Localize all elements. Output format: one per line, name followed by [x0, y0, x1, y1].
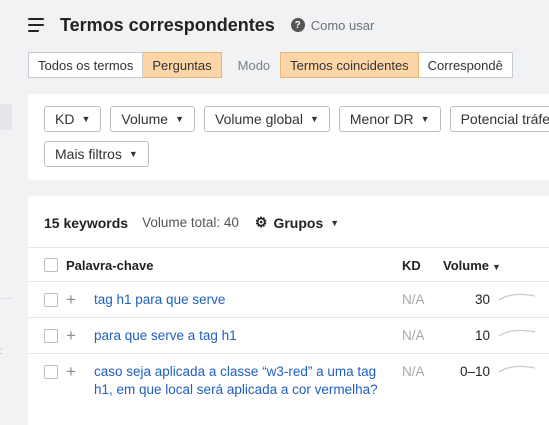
- row-checkbox[interactable]: [44, 365, 58, 379]
- filter-kd-label: KD: [55, 111, 75, 127]
- caret-down-icon: ▼: [330, 217, 340, 228]
- results-summary: 15 keywords Volume total: 40 ⚙ Grupos ▼: [44, 214, 339, 231]
- page-title: Termos correspondentes: [60, 14, 275, 35]
- term-type-toggle: Todos os termos Perguntas: [28, 52, 222, 78]
- more-filters-button[interactable]: Mais filtros ▼: [44, 141, 149, 167]
- mode-correspondence[interactable]: Correspondê: [418, 52, 513, 78]
- filter-panel: KD ▼ Volume ▼ Volume global ▼ Menor DR ▼ Pot…: [28, 94, 549, 180]
- row-checkbox[interactable]: [44, 293, 58, 307]
- more-filters-label: Mais filtros: [55, 146, 122, 162]
- select-all-checkbox[interactable]: [44, 258, 58, 272]
- help-link[interactable]: ? Como usar: [290, 17, 375, 33]
- filter-global-volume-label: Volume global: [215, 111, 303, 127]
- filter-volume[interactable]: Volume ▼: [110, 106, 195, 132]
- sidebar-mark: :: [0, 346, 3, 357]
- filter-row: KD ▼ Volume ▼ Volume global ▼ Menor DR ▼ Pot…: [44, 106, 549, 132]
- filter-lowest-dr[interactable]: Menor DR ▼: [338, 106, 441, 132]
- add-icon[interactable]: +: [66, 363, 76, 380]
- sidebar-selected-item[interactable]: [0, 104, 12, 130]
- mode-matching-terms[interactable]: Termos coincidentes: [280, 52, 419, 78]
- column-keyword[interactable]: Palavra-chave: [66, 258, 153, 273]
- table-row: + tag h1 para que serve N/A 30: [28, 282, 549, 318]
- tab-all-terms[interactable]: Todos os termos: [28, 52, 144, 78]
- table-row: + caso seja aplicada a classe “w3-red” a…: [28, 354, 549, 424]
- keyword-count: 15 keywords: [44, 214, 129, 231]
- add-icon[interactable]: +: [66, 291, 76, 308]
- mode-bar: Todos os termos Perguntas Modo Termos co…: [28, 52, 513, 78]
- volume-total: Volume total: 40: [142, 215, 239, 230]
- kd-value: N/A: [402, 364, 425, 379]
- table-header: Palavra-chave KD Volume ▼: [28, 247, 549, 282]
- trend-sparkline: [498, 329, 536, 337]
- filter-row: Mais filtros ▼: [44, 141, 158, 167]
- caret-down-icon: ▼: [81, 114, 91, 124]
- groups-button[interactable]: ⚙ Grupos ▼: [255, 214, 339, 231]
- sidebar-edge: :: [0, 0, 12, 425]
- volume-value: 30: [474, 292, 490, 307]
- caret-down-icon: ▼: [309, 114, 319, 124]
- filter-lowest-dr-label: Menor DR: [349, 111, 414, 127]
- keyword-link[interactable]: caso seja aplicada a classe “w3-red” a u…: [94, 363, 384, 399]
- filter-global-volume[interactable]: Volume global ▼: [204, 106, 330, 132]
- caret-down-icon: ▼: [175, 114, 184, 124]
- sidebar-divider: [0, 298, 12, 299]
- sliders-icon: ⚙: [254, 214, 268, 230]
- groups-label: Grupos: [273, 214, 324, 231]
- table-row: + para que serve a tag h1 N/A 10: [28, 318, 549, 354]
- menu-icon[interactable]: [28, 18, 46, 32]
- kd-value: N/A: [402, 292, 425, 307]
- keyword-link[interactable]: para que serve a tag h1: [94, 327, 384, 345]
- kd-value: N/A: [402, 328, 425, 343]
- add-icon[interactable]: +: [66, 327, 76, 344]
- trend-sparkline: [498, 365, 536, 373]
- column-kd[interactable]: KD: [402, 258, 421, 273]
- mode-label: Modo: [237, 57, 271, 73]
- mode-toggle: Termos coincidentes Correspondê: [280, 52, 513, 78]
- sort-desc-icon: ▼: [492, 262, 501, 272]
- help-label: Como usar: [310, 17, 375, 33]
- tab-questions[interactable]: Perguntas: [143, 52, 222, 78]
- caret-down-icon: ▼: [128, 149, 138, 159]
- column-volume-label: Volume: [443, 258, 489, 273]
- column-volume[interactable]: Volume ▼: [443, 258, 501, 273]
- filter-traffic-potential[interactable]: Potencial tráfeg: [449, 106, 549, 132]
- results-panel: 15 keywords Volume total: 40 ⚙ Grupos ▼ …: [28, 196, 549, 425]
- keyword-link[interactable]: tag h1 para que serve: [94, 291, 384, 309]
- caret-down-icon: ▼: [420, 114, 430, 124]
- filter-kd[interactable]: KD ▼: [44, 106, 102, 132]
- page-header: Termos correspondentes ? Como usar: [28, 12, 374, 38]
- volume-value: 10: [474, 328, 490, 343]
- question-icon: ?: [290, 18, 305, 32]
- trend-sparkline: [498, 293, 536, 301]
- volume-value: 0–10: [459, 364, 490, 379]
- filter-traffic-potential-label: Potencial tráfeg: [460, 111, 549, 127]
- row-checkbox[interactable]: [44, 329, 58, 343]
- filter-volume-label: Volume: [121, 111, 169, 127]
